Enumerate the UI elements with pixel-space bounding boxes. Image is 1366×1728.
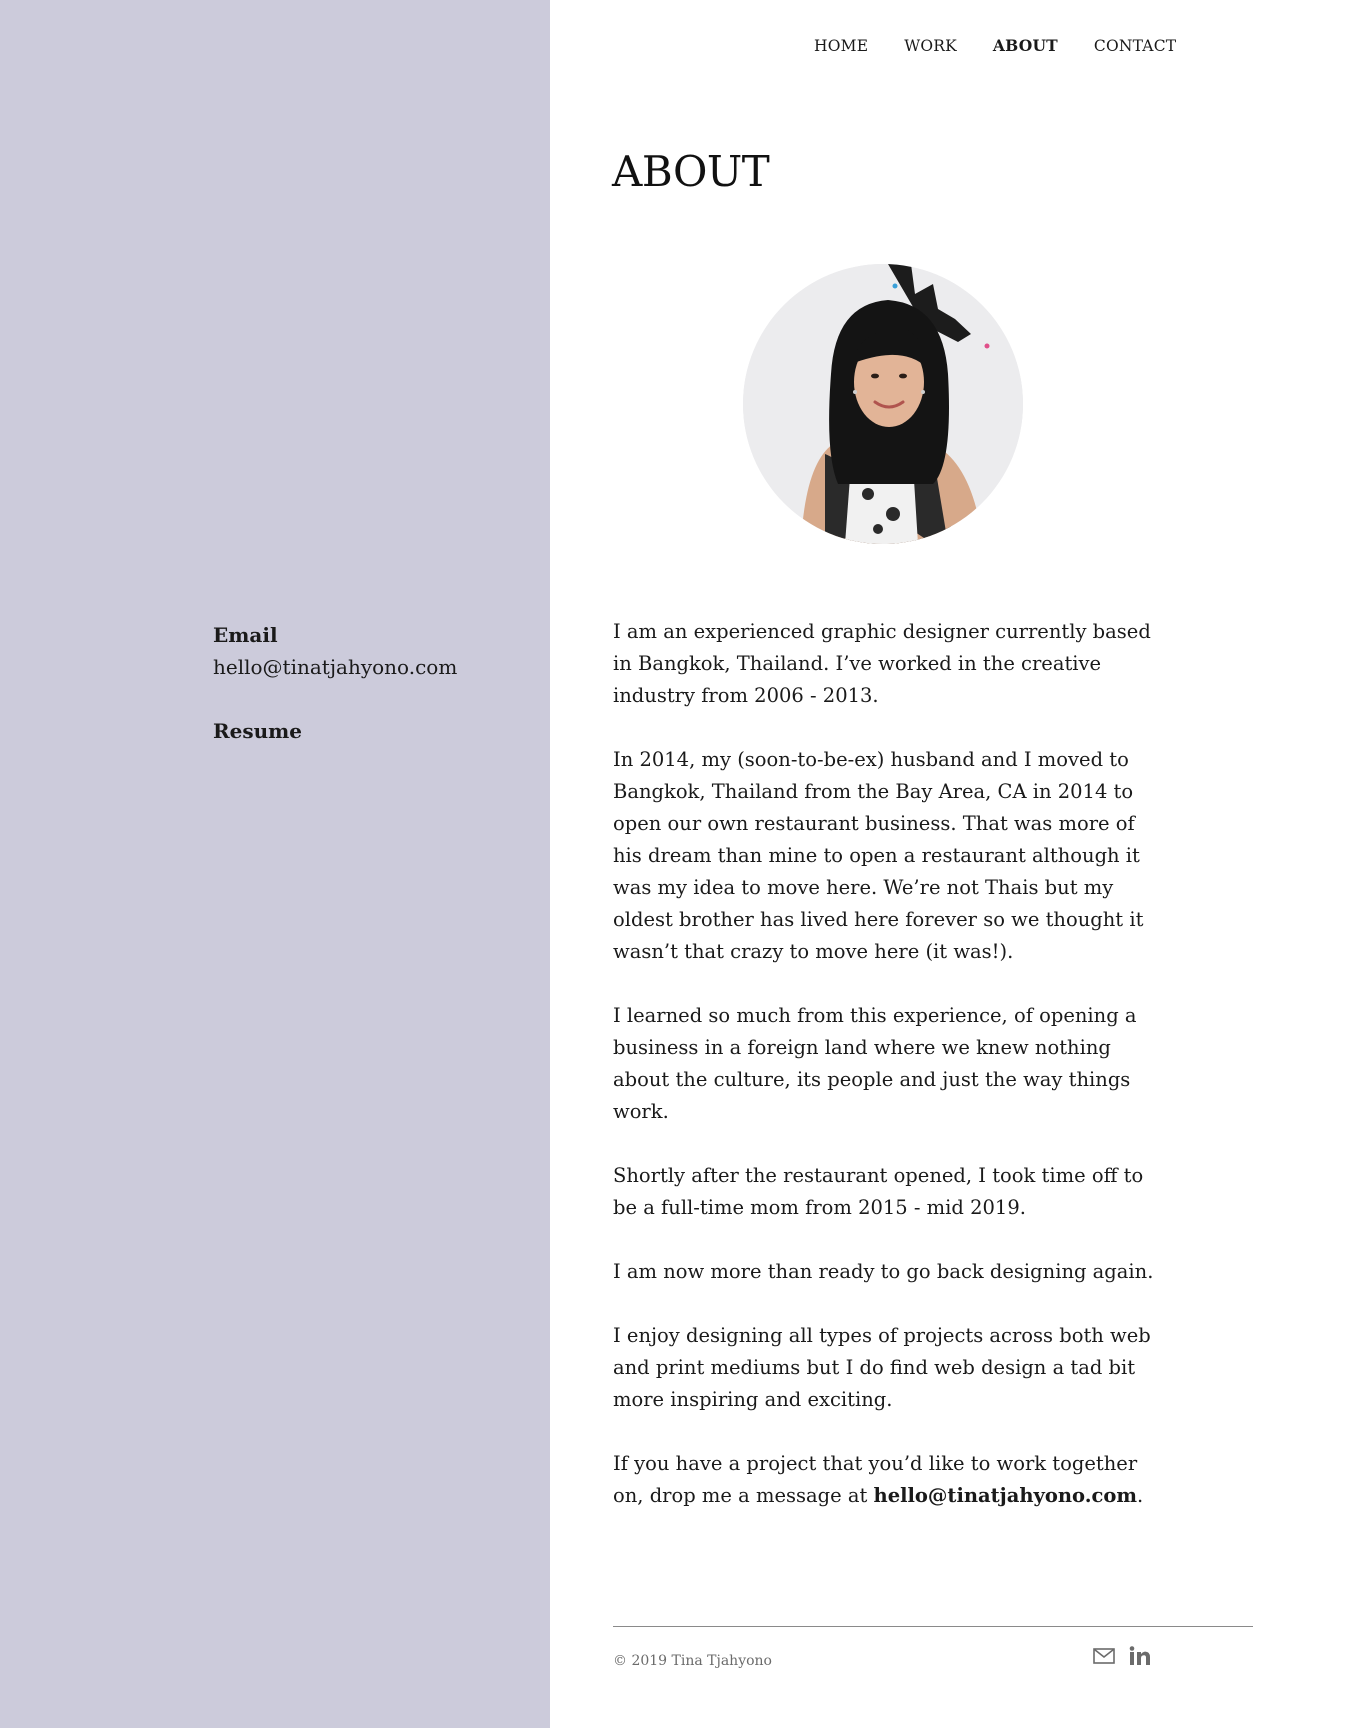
page-title: ABOUT [612,147,770,196]
closing-email-link[interactable]: hello@tinatjahyono.com [874,1484,1138,1507]
nav-home[interactable]: HOME [814,34,868,58]
copyright: © 2019 Tina Tjahyono [613,1653,772,1669]
bio-paragraph: I am now more than ready to go back desi… [613,1260,1154,1283]
bio-paragraph: I enjoy designing all types of projects … [613,1324,1151,1411]
resume-link[interactable]: Resume [213,715,533,747]
sidebar: Email hello@tinatjahyono.com Resume [0,0,550,1728]
nav-work[interactable]: WORK [904,34,957,58]
bio-paragraph: Shortly after the restaurant opened, I t… [613,1164,1144,1219]
closing-end: . [1137,1484,1144,1507]
main-nav: HOME WORK ABOUT CONTACT [814,34,1176,58]
nav-contact[interactable]: CONTACT [1094,34,1176,58]
closing-paragraph: If you have a project that you’d like to… [613,1448,1169,1512]
linkedin-icon[interactable] [1129,1646,1151,1670]
email-label: Email [213,623,278,647]
bio-paragraph: I am an experienced graphic designer cur… [613,620,1151,707]
footer-divider [613,1626,1253,1627]
contact-block: Email hello@tinatjahyono.com Resume [213,619,533,747]
profile-photo-icon [743,264,1023,544]
avatar [743,264,1023,544]
bio-paragraph: In 2014, my (soon-to-be-ex) husband and … [613,748,1144,963]
email-link[interactable]: hello@tinatjahyono.com [213,651,533,683]
mail-icon[interactable] [1093,1648,1115,1668]
bio: I am an experienced graphic designer cur… [613,616,1169,1544]
nav-about[interactable]: ABOUT [993,34,1058,58]
social-links [1093,1646,1151,1670]
bio-paragraph: I learned so much from this experience, … [613,1004,1137,1123]
